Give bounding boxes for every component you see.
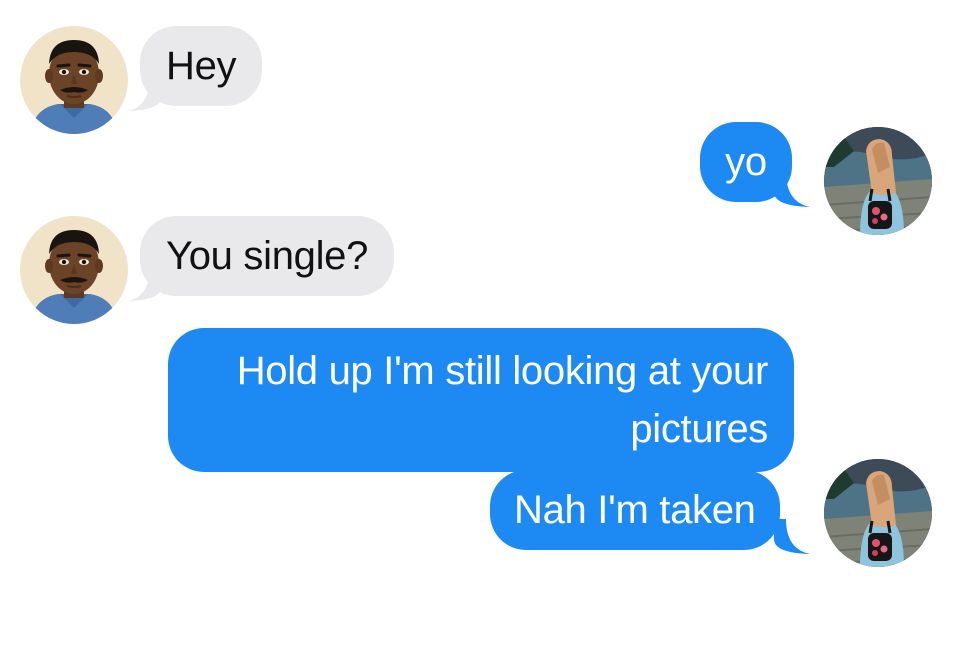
- message-text: yo: [725, 140, 767, 184]
- contact-avatar[interactable]: [20, 216, 128, 324]
- message-bubble-sent[interactable]: yo: [700, 122, 792, 202]
- user-avatar[interactable]: [824, 459, 932, 567]
- user-avatar[interactable]: [824, 127, 932, 235]
- message-text: Nah I'm taken: [514, 488, 756, 532]
- message-thread: Hey yo You single? Hold up I'm still loo…: [0, 0, 960, 649]
- message-text: You single?: [166, 234, 369, 278]
- message-bubble-received[interactable]: Hey: [140, 26, 263, 106]
- message-bubble-sent[interactable]: Nah I'm taken: [490, 470, 780, 550]
- message-bubble-sent[interactable]: Hold up I'm still looking at your pictur…: [168, 328, 794, 472]
- message-text: Hold up I'm still looking at your pictur…: [236, 349, 769, 451]
- sent-bubble-tail: [774, 519, 810, 555]
- message-bubble-received[interactable]: You single?: [140, 216, 395, 296]
- contact-avatar[interactable]: [20, 26, 128, 134]
- message-text: Hey: [166, 44, 237, 88]
